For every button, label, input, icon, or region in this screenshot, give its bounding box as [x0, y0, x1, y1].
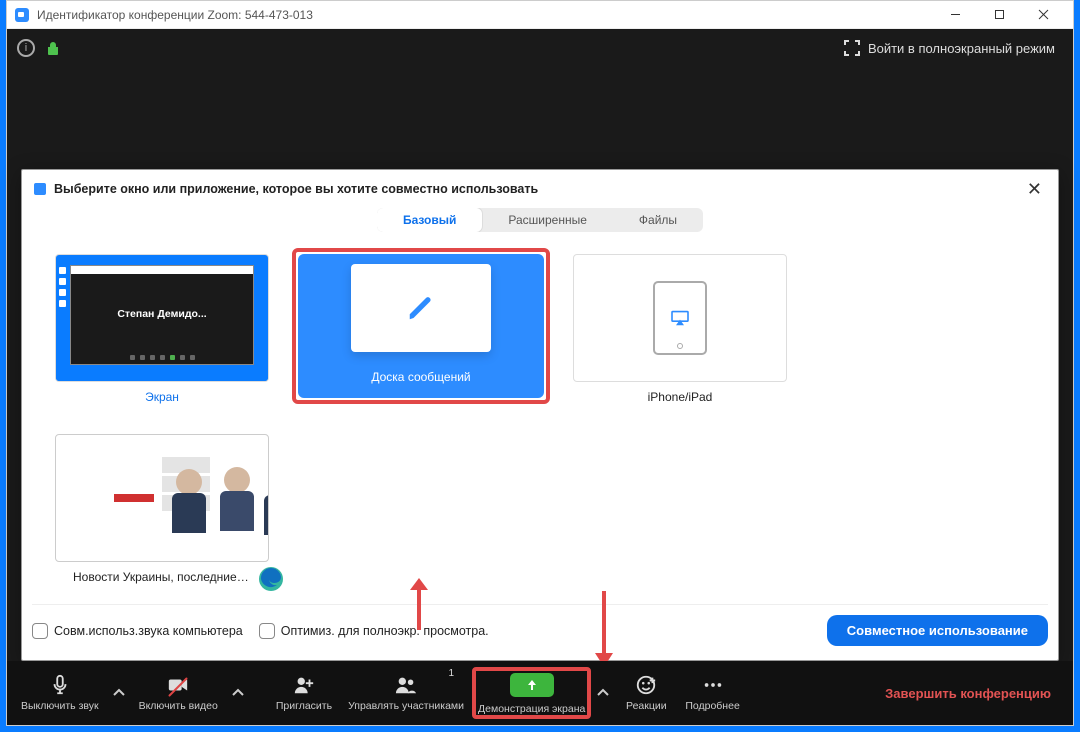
chevron-up-icon — [112, 686, 126, 700]
participants-label: Управлять участниками — [348, 700, 464, 712]
conference-topbar: i Войти в полноэкранный режим — [7, 29, 1073, 67]
video-options-chevron[interactable] — [226, 686, 250, 700]
end-meeting-button[interactable]: Завершить конференцию — [869, 686, 1067, 701]
share-tabs: Базовый Расширенные Файлы — [22, 208, 1058, 232]
whiteboard-thumbnail — [351, 264, 491, 352]
participants-count: 1 — [448, 668, 454, 679]
optimize-video-label: Оптимиз. для полноэкр. просмотра. — [281, 624, 489, 638]
share-screen-button[interactable] — [510, 673, 554, 697]
more-button[interactable]: Подробнее — [677, 670, 747, 716]
checkbox-icon — [32, 623, 48, 639]
edge-browser-icon — [258, 566, 284, 592]
dialog-footer: Совм.использ.звука компьютера Оптимиз. д… — [32, 604, 1048, 646]
reactions-label: Реакции — [626, 700, 667, 712]
chevron-up-icon — [231, 686, 245, 700]
share-options-chevron[interactable] — [591, 686, 615, 700]
screen-thumbnail: Степан Демидо... — [55, 254, 269, 382]
share-screen-dialog: Выберите окно или приложение, которое вы… — [21, 169, 1059, 661]
share-option-label: iPhone/iPad — [642, 388, 719, 410]
share-option-edge-window[interactable]: Новости Украины, последние н... — [46, 428, 278, 590]
window-title: Идентификатор конференции Zoom: 544-473-… — [37, 8, 313, 22]
highlight-share-screen: Демонстрация экрана — [472, 667, 591, 719]
reactions-icon — [635, 674, 657, 696]
share-arrow-icon — [525, 678, 539, 692]
more-label: Подробнее — [685, 700, 739, 712]
share-option-iphone-ipad[interactable]: iPhone/iPad — [564, 248, 796, 410]
share-option-label: Экран — [139, 388, 185, 410]
zoom-logo-icon — [15, 8, 29, 22]
minimize-button[interactable] — [933, 1, 977, 29]
tab-basic[interactable]: Базовый — [377, 208, 482, 232]
ipad-thumbnail — [573, 254, 787, 382]
video-label: Включить видео — [139, 700, 218, 712]
share-option-label: Новости Украины, последние н... — [67, 568, 257, 590]
info-icon[interactable]: i — [17, 39, 35, 57]
annotation-arrow-to-whiteboard — [404, 576, 434, 632]
tab-files[interactable]: Файлы — [613, 208, 703, 232]
share-option-label: Доска сообщений — [365, 368, 476, 390]
share-option-whiteboard[interactable]: Доска сообщений — [298, 254, 544, 398]
share-button[interactable]: Совместное использование — [827, 615, 1048, 646]
mute-label: Выключить звук — [21, 700, 99, 712]
more-icon — [702, 674, 724, 696]
fullscreen-button[interactable]: Войти в полноэкранный режим — [836, 34, 1063, 62]
mute-button[interactable]: Выключить звук — [13, 670, 107, 716]
checkbox-icon — [259, 623, 275, 639]
participants-icon — [395, 674, 417, 696]
close-window-button[interactable] — [1021, 1, 1065, 29]
airplay-icon — [670, 310, 690, 326]
zoom-logo-icon — [34, 183, 46, 195]
titlebar: Идентификатор конференции Zoom: 544-473-… — [7, 1, 1073, 29]
conference-toolbar: Выключить звук Включить видео Пригласить — [7, 661, 1073, 725]
zoom-window: Идентификатор конференции Zoom: 544-473-… — [6, 0, 1074, 726]
microphone-icon — [49, 674, 71, 696]
invite-icon — [293, 674, 315, 696]
video-button[interactable]: Включить видео — [131, 670, 226, 716]
fullscreen-label: Войти в полноэкранный режим — [868, 41, 1055, 56]
dialog-title: Выберите окно или приложение, которое вы… — [54, 182, 1023, 196]
optimize-video-checkbox[interactable]: Оптимиз. для полноэкр. просмотра. — [259, 623, 489, 639]
share-options-grid: Степан Демидо... Экран — [22, 238, 1058, 590]
manage-participants-button[interactable]: 1 Управлять участниками — [340, 670, 472, 716]
share-audio-checkbox[interactable]: Совм.использ.звука компьютера — [32, 623, 243, 639]
conference-area: i Войти в полноэкранный режим Выберите о… — [7, 29, 1073, 725]
share-screen-label: Демонстрация экрана — [478, 703, 585, 715]
invite-label: Пригласить — [276, 700, 332, 712]
close-dialog-button[interactable]: ✕ — [1023, 178, 1046, 200]
maximize-button[interactable] — [977, 1, 1021, 29]
edge-window-thumbnail — [55, 434, 269, 562]
share-option-screen[interactable]: Степан Демидо... Экран — [46, 248, 278, 410]
reactions-button[interactable]: Реакции — [615, 670, 677, 716]
tab-advanced[interactable]: Расширенные — [482, 208, 613, 232]
chevron-up-icon — [596, 686, 610, 700]
audio-options-chevron[interactable] — [107, 686, 131, 700]
thumb-participant-name: Степан Демидо... — [71, 308, 253, 320]
annotation-arrow-to-share-button — [589, 589, 619, 669]
invite-button[interactable]: Пригласить — [268, 670, 340, 716]
encryption-lock-icon — [47, 41, 59, 55]
pencil-icon — [406, 293, 436, 323]
highlight-whiteboard: Доска сообщений — [292, 248, 550, 404]
share-audio-label: Совм.использ.звука компьютера — [54, 624, 243, 638]
